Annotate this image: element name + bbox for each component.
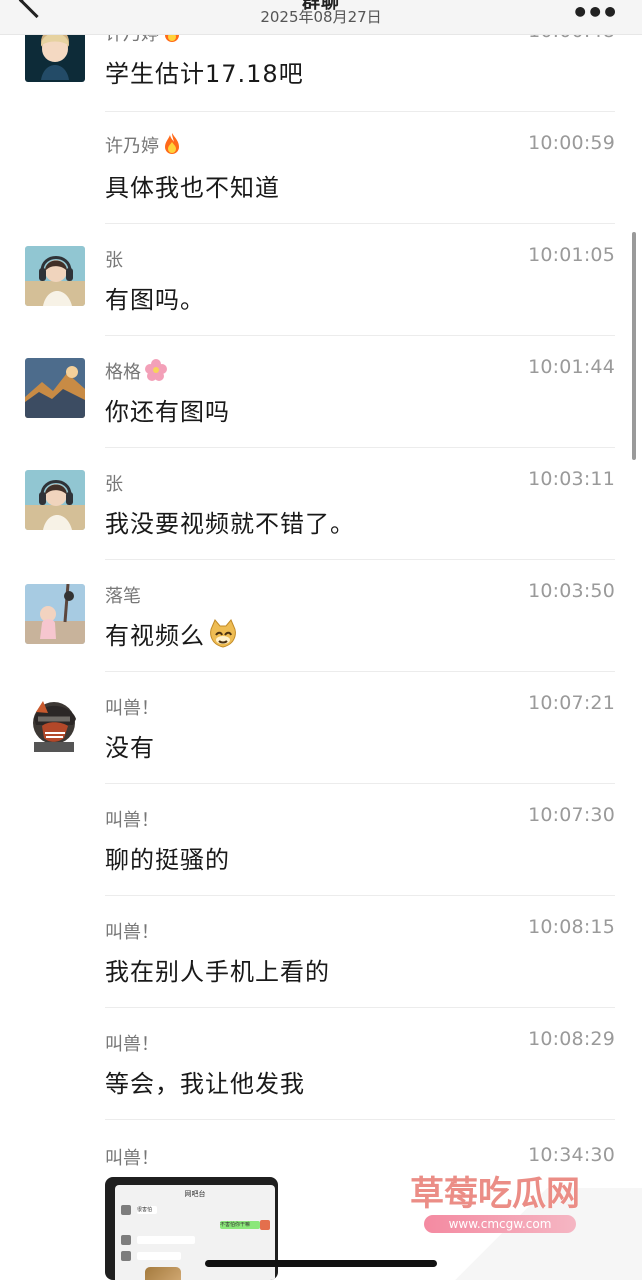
dog-emoji-icon	[210, 619, 236, 648]
message-row[interactable]: 落笔 10:03:50 有视频么	[0, 560, 642, 672]
message-time: 10:03:11	[528, 468, 615, 490]
avatar-headphones-boy-icon	[25, 246, 85, 306]
sender-name: 许乃婷	[105, 132, 181, 158]
message-text: 聊的挺骚的	[105, 846, 230, 874]
sender-name: 落笔	[105, 586, 141, 607]
sender-name: 叫兽！	[105, 810, 159, 831]
message-row[interactable]: 叫兽！ 10:07:21 没有	[0, 672, 642, 784]
message-row[interactable]: 许乃婷 10:00:59 具体我也不知道	[0, 112, 642, 224]
preview-bubble-left: 很害怕	[137, 1206, 157, 1214]
avatar-child-icon	[25, 584, 85, 644]
message-row[interactable]: 叫兽！ 10:08:15 我在别人手机上看的	[0, 896, 642, 1008]
message-time: 10:07:21	[528, 692, 615, 714]
preview-bubble-right: 不害怕你干嘛	[220, 1221, 260, 1229]
message-text: 具体我也不知道	[105, 174, 280, 202]
preview-avatar	[121, 1205, 131, 1215]
cat-image-thumbnail	[145, 1267, 181, 1280]
sender-name: 张	[105, 474, 123, 495]
message-time: 10:34:30	[528, 1144, 615, 1166]
avatar-headphones-boy[interactable]	[25, 246, 85, 306]
scrollbar[interactable]	[632, 232, 636, 460]
message-text: 没有	[105, 734, 155, 762]
more-options-icon[interactable]: •••	[571, 0, 619, 29]
message-row[interactable]: 张 10:03:11 我没要视频就不错了。	[0, 448, 642, 560]
chat-header: 群聊 2025年08月27日 •••	[0, 0, 642, 35]
avatar-mountain-icon	[25, 358, 85, 418]
message-text: 你还有图吗	[105, 398, 230, 426]
sender-name: 叫兽！	[105, 698, 159, 719]
fire-emoji-icon	[165, 133, 179, 154]
preview-bubble-left	[137, 1236, 195, 1244]
message-row[interactable]: 张 10:01:05 有图吗。	[0, 224, 642, 336]
message-time: 10:01:44	[528, 356, 615, 378]
watermark-brand: 草莓吃瓜网	[410, 1174, 580, 1214]
message-row[interactable]: 叫兽！ 10:08:29 等会，我让他发我	[0, 1008, 642, 1120]
message-text: 我没要视频就不错了。	[105, 510, 355, 538]
message-time: 10:08:29	[528, 1028, 615, 1050]
watermark-url: www.cmcgw.com	[424, 1215, 576, 1233]
preview-bubble-left	[137, 1252, 181, 1260]
avatar-mountain[interactable]	[25, 358, 85, 418]
preview-avatar	[121, 1235, 131, 1245]
message-text: 学生估计17.18吧	[105, 60, 304, 88]
chat-date: 2025年08月27日	[260, 8, 382, 26]
message-time: 10:03:50	[528, 580, 615, 602]
avatar-headphones-boy-icon	[25, 470, 85, 530]
flower-emoji-icon	[145, 359, 167, 381]
preview-title: 网吧台	[184, 1190, 206, 1198]
sender-name: 叫兽！	[105, 1034, 159, 1055]
home-indicator[interactable]	[205, 1260, 437, 1267]
sender-name: 张	[105, 250, 123, 271]
sender-name: 叫兽！	[105, 1148, 159, 1169]
preview-avatar-right	[260, 1220, 270, 1230]
message-time: 10:01:05	[528, 244, 615, 266]
message-row[interactable]: 格格 10:01:44 你还有图吗	[0, 336, 642, 448]
avatar-child[interactable]	[25, 584, 85, 644]
sender-name: 叫兽！	[105, 922, 159, 943]
avatar-masked-character[interactable]	[25, 694, 85, 754]
preview-avatar	[121, 1251, 131, 1261]
sender-name: 格格	[105, 358, 167, 384]
message-text: 有图吗。	[105, 286, 205, 314]
message-time: 10:08:15	[528, 916, 615, 938]
message-time: 10:00:59	[528, 132, 615, 154]
chat-history-screen: 群聊 2025年08月27日 ••• 许乃婷 10:00:48 学生估计17.1…	[0, 0, 642, 1280]
message-time: 10:07:30	[528, 804, 615, 826]
avatar-masked-character-icon	[25, 694, 85, 754]
message-text: 有视频么	[105, 616, 239, 651]
message-text: 等会，我让他发我	[105, 1070, 305, 1098]
avatar-headphones-boy[interactable]	[25, 470, 85, 530]
message-text: 我在别人手机上看的	[105, 958, 330, 986]
message-row[interactable]: 叫兽！ 10:07:30 聊的挺骚的	[0, 784, 642, 896]
